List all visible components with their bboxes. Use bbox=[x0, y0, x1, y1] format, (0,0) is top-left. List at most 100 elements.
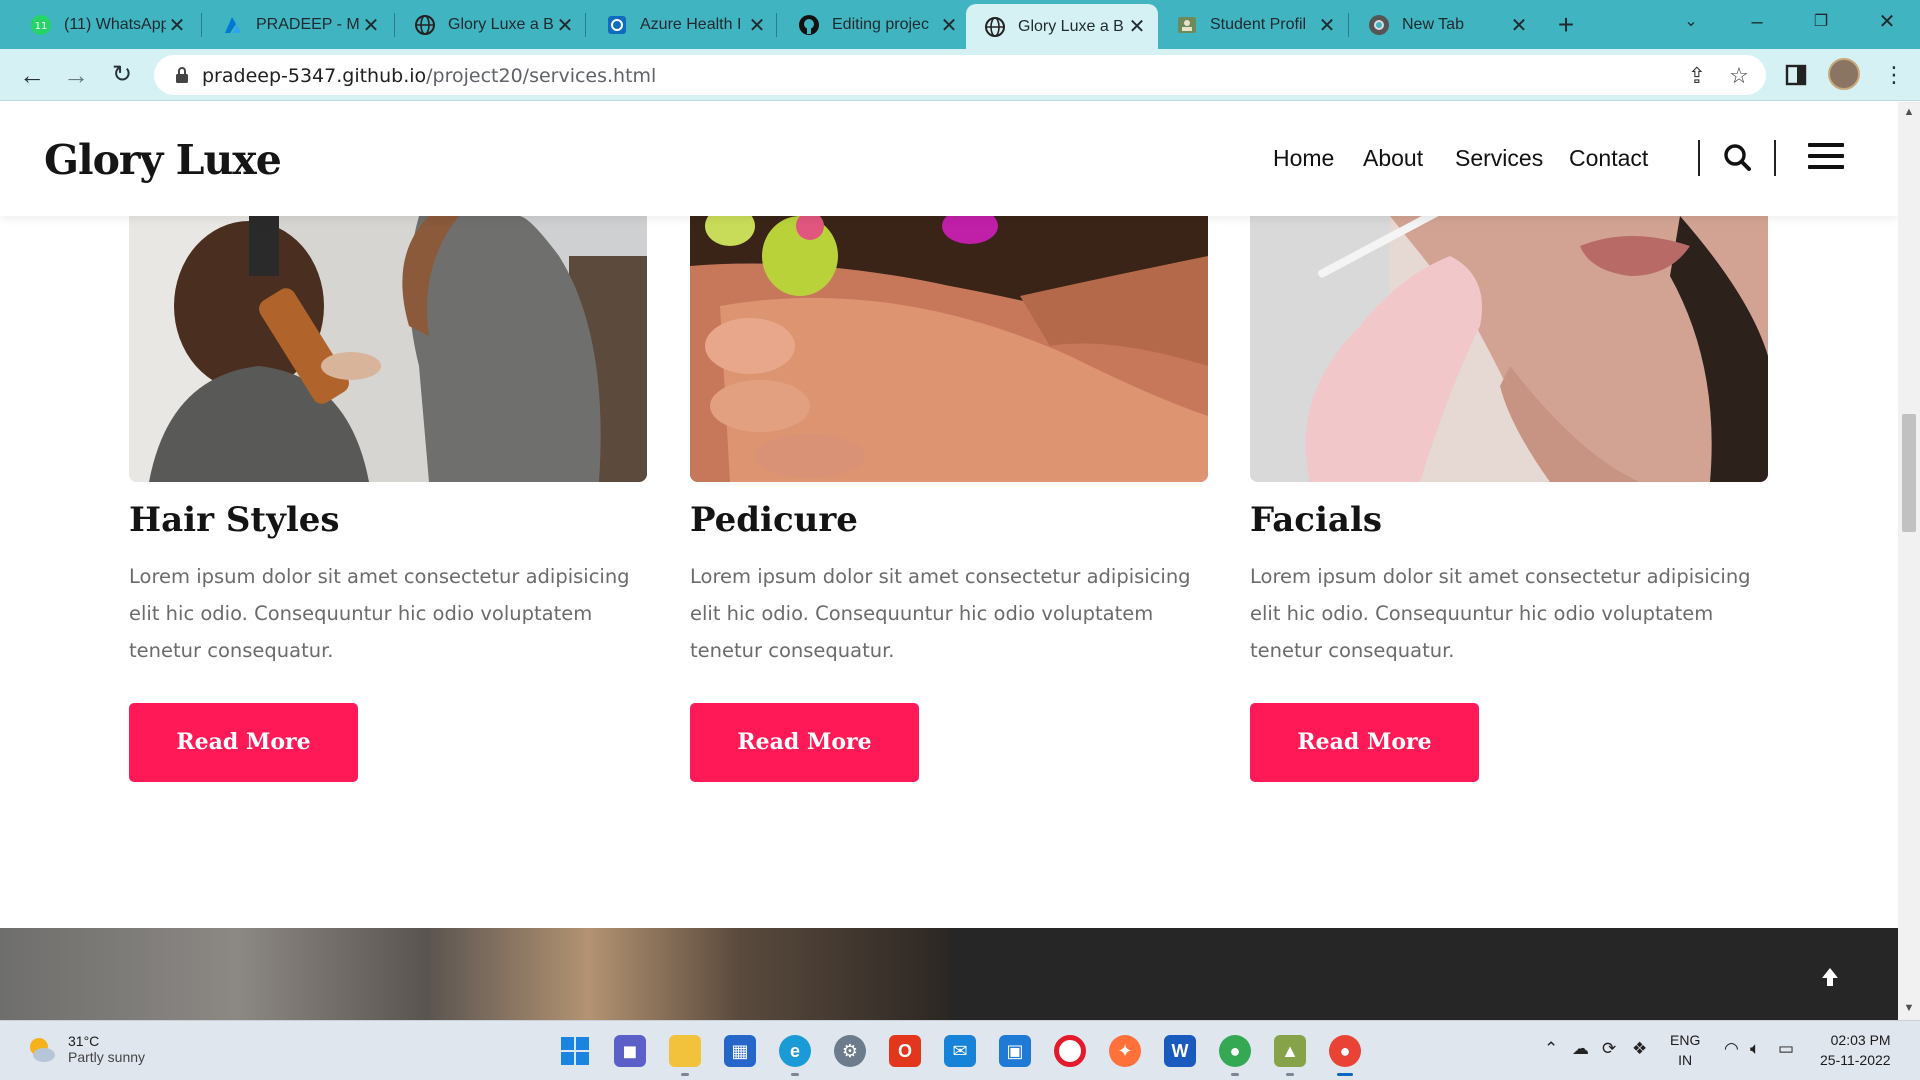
nav-home[interactable]: Home bbox=[1273, 145, 1334, 172]
tab-glory-luxe-active[interactable]: Glory Luxe a B ✕ bbox=[966, 4, 1158, 49]
new-tab-plus-icon[interactable]: + bbox=[1548, 8, 1584, 42]
volume-icon[interactable]: 🔈︎ bbox=[1750, 1039, 1760, 1059]
read-more-button[interactable]: Read More bbox=[690, 703, 919, 782]
partly-sunny-icon bbox=[30, 1038, 55, 1062]
hair-styling-photo bbox=[129, 216, 647, 482]
sync-icon[interactable]: ⟳ bbox=[1602, 1039, 1616, 1059]
lock-icon[interactable] bbox=[172, 65, 192, 85]
nav-services[interactable]: Services bbox=[1455, 145, 1543, 172]
tab-azure-health[interactable]: Azure Health I ✕ bbox=[588, 6, 778, 44]
close-tab-icon[interactable]: ✕ bbox=[360, 13, 382, 38]
opera-browser-icon[interactable] bbox=[1054, 1035, 1086, 1067]
url-text[interactable]: pradeep-5347.github.io/project20/service… bbox=[202, 65, 656, 87]
office-icon[interactable]: O bbox=[889, 1035, 921, 1067]
pedicure-photo bbox=[690, 216, 1208, 482]
site-logo[interactable]: Glory Luxe bbox=[44, 136, 282, 184]
share-icon[interactable]: ⇪ bbox=[1684, 63, 1710, 89]
close-window-icon[interactable]: ✕ bbox=[1856, 0, 1918, 44]
close-tab-icon[interactable]: ✕ bbox=[554, 13, 576, 38]
onedrive-cloud-icon[interactable]: ☁ bbox=[1572, 1039, 1589, 1059]
profile-avatar[interactable] bbox=[1828, 58, 1860, 90]
scrollbar-thumb[interactable] bbox=[1902, 414, 1916, 532]
close-tab-icon[interactable]: ✕ bbox=[1316, 13, 1338, 38]
nav-about[interactable]: About bbox=[1363, 145, 1423, 172]
dark-panel bbox=[949, 928, 1898, 1020]
back-to-top-arrow-icon[interactable] bbox=[1812, 959, 1848, 995]
more-menu-icon[interactable]: ⋮ bbox=[1880, 61, 1908, 89]
close-tab-icon[interactable]: ✕ bbox=[1508, 13, 1530, 38]
site-header: Glory Luxe Home About Services Contact bbox=[0, 102, 1898, 216]
nav-contact[interactable]: Contact bbox=[1569, 145, 1648, 172]
tab-separator bbox=[201, 13, 202, 37]
clock-date: 25-11-2022 bbox=[1820, 1052, 1891, 1068]
tab-azure-portal[interactable]: PRADEEP - Mi ✕ bbox=[204, 6, 392, 44]
tab-title: Student Profil bbox=[1210, 16, 1307, 33]
teams-chat-icon[interactable]: ◼ bbox=[614, 1035, 646, 1067]
reload-icon[interactable]: ↻ bbox=[104, 57, 140, 93]
image-editor-icon[interactable]: ▲ bbox=[1274, 1035, 1306, 1076]
file-explorer-icon[interactable] bbox=[669, 1035, 701, 1076]
azure-icon bbox=[222, 14, 244, 36]
service-description: Lorem ipsum dolor sit amet consectetur a… bbox=[1250, 565, 1751, 662]
microsoft-store-icon[interactable]: ▦ bbox=[724, 1035, 756, 1067]
read-more-button[interactable]: Read More bbox=[1250, 703, 1479, 782]
tray-chevron-icon[interactable]: ⌃ bbox=[1544, 1039, 1558, 1059]
wifi-icon[interactable]: ◠ bbox=[1724, 1039, 1739, 1059]
edge-browser-icon[interactable]: e bbox=[779, 1035, 811, 1076]
settings-gear-icon[interactable]: ⚙ bbox=[834, 1035, 866, 1067]
page-viewport: Glory Luxe Home About Services Contact H… bbox=[0, 102, 1898, 1020]
tab-student-profile[interactable]: Student Profil ✕ bbox=[1158, 6, 1348, 44]
weather-widget[interactable]: 31°C Partly sunny bbox=[26, 1033, 145, 1065]
minimize-icon[interactable]: – bbox=[1726, 0, 1788, 44]
firefox-icon[interactable]: ✦ bbox=[1109, 1035, 1141, 1067]
service-description: Lorem ipsum dolor sit amet consectetur a… bbox=[129, 565, 630, 662]
back-arrow-icon[interactable]: ← bbox=[14, 57, 50, 93]
tab-separator bbox=[776, 13, 777, 37]
close-tab-icon[interactable]: ✕ bbox=[166, 13, 188, 38]
browser-tab-strip: 11 (11) WhatsApp ✕ PRADEEP - Mi ✕ Glory … bbox=[0, 0, 1920, 49]
language-indicator[interactable]: ENG IN bbox=[1670, 1030, 1700, 1070]
url-host: pradeep-5347.github.io bbox=[202, 65, 427, 87]
tab-new-tab[interactable]: New Tab ✕ bbox=[1350, 6, 1540, 44]
battery-icon[interactable]: ▭ bbox=[1778, 1039, 1794, 1059]
chrome-profile-icon[interactable]: ● bbox=[1219, 1035, 1251, 1076]
scroll-down-arrow-icon[interactable]: ▼ bbox=[1902, 1002, 1916, 1014]
side-panel-icon[interactable] bbox=[1782, 61, 1810, 89]
header-divider bbox=[1774, 140, 1776, 176]
mail-icon[interactable]: ✉ bbox=[944, 1035, 976, 1067]
chrome-active-icon[interactable]: ● bbox=[1329, 1035, 1361, 1076]
weather-condition: Partly sunny bbox=[68, 1049, 146, 1065]
tab-github[interactable]: Editing projec ✕ bbox=[780, 6, 970, 44]
bookmark-star-icon[interactable]: ☆ bbox=[1726, 63, 1752, 89]
forward-arrow-icon[interactable]: → bbox=[58, 57, 94, 93]
restore-icon[interactable]: ❐ bbox=[1790, 0, 1852, 44]
page-scrollbar[interactable]: ▲ ▼ bbox=[1898, 102, 1920, 1020]
dropbox-icon[interactable]: ❖ bbox=[1632, 1039, 1647, 1059]
tab-glory-luxe[interactable]: Glory Luxe a B ✕ bbox=[396, 6, 586, 44]
close-tab-icon[interactable]: ✕ bbox=[1126, 14, 1148, 39]
student-icon bbox=[1176, 14, 1198, 36]
tab-separator bbox=[394, 13, 395, 37]
globe-icon bbox=[984, 16, 1006, 38]
start-windows-icon[interactable] bbox=[559, 1035, 591, 1067]
windows-taskbar: 31°C Partly sunny ◼ ▦ e ⚙ O ✉ ▣ ✦ W ● ▲ … bbox=[0, 1020, 1920, 1080]
close-tab-icon[interactable]: ✕ bbox=[938, 13, 960, 38]
word-icon[interactable]: W bbox=[1164, 1035, 1196, 1067]
tab-title: New Tab bbox=[1402, 16, 1464, 33]
weather-temp: 31°C bbox=[68, 1033, 100, 1049]
service-title: Facials bbox=[1250, 500, 1383, 540]
tab-title: Glory Luxe a B bbox=[1018, 17, 1124, 35]
system-clock[interactable]: 02:03 PM 25-11-2022 bbox=[1820, 1030, 1891, 1070]
tab-separator bbox=[585, 13, 586, 37]
url-path: /project20/services.html bbox=[426, 65, 657, 87]
read-more-button[interactable]: Read More bbox=[129, 703, 358, 782]
search-icon[interactable] bbox=[1722, 140, 1752, 174]
scroll-up-arrow-icon[interactable]: ▲ bbox=[1902, 106, 1916, 118]
hamburger-menu-icon[interactable] bbox=[1808, 143, 1844, 173]
address-bar[interactable]: pradeep-5347.github.io/project20/service… bbox=[154, 55, 1766, 95]
tab-whatsapp[interactable]: 11 (11) WhatsApp ✕ bbox=[12, 6, 198, 44]
remote-desktop-icon[interactable]: ▣ bbox=[999, 1035, 1031, 1067]
tab-search-chevron-icon[interactable]: ⌄ bbox=[1660, 0, 1722, 44]
close-tab-icon[interactable]: ✕ bbox=[746, 13, 768, 38]
tab-title: Glory Luxe a B bbox=[448, 16, 554, 33]
